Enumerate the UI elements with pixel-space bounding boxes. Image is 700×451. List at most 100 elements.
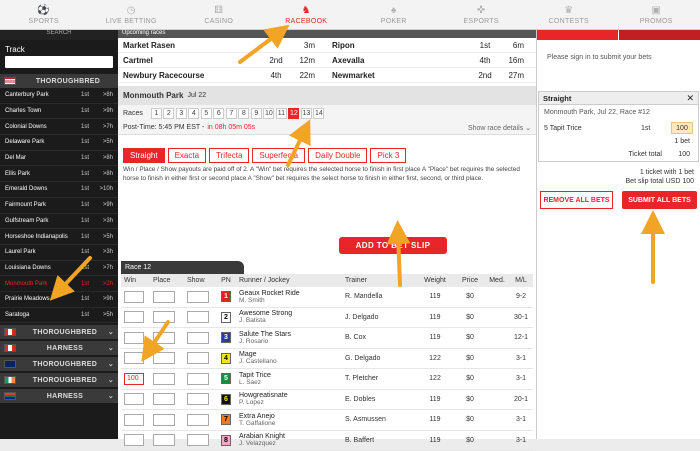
- show-race-details-link[interactable]: Show race details ⌄: [468, 124, 531, 132]
- tab-straight[interactable]: Straight: [123, 148, 165, 163]
- sidebar-track-item[interactable]: Del Mar1st>8h: [0, 151, 118, 167]
- sidebar-search-label[interactable]: SEARCH: [0, 30, 118, 40]
- place-input[interactable]: [153, 291, 175, 303]
- race-number-11[interactable]: 11: [276, 108, 287, 119]
- win-input[interactable]: [124, 414, 144, 426]
- gb-flag-icon: [4, 360, 16, 368]
- nav-racebook[interactable]: ♞RACEBOOK: [263, 0, 351, 29]
- win-input[interactable]: [124, 311, 144, 323]
- race-number-8[interactable]: 8: [238, 108, 249, 119]
- race-number-10[interactable]: 10: [263, 108, 274, 119]
- race-number-5[interactable]: 5: [201, 108, 212, 119]
- close-icon[interactable]: ✕: [686, 93, 694, 104]
- sidebar-track-item[interactable]: Emerald Downs1st>10h: [0, 182, 118, 198]
- show-input[interactable]: [187, 311, 209, 323]
- nav-contests[interactable]: ♛CONTESTS: [525, 0, 613, 29]
- place-input[interactable]: [153, 414, 175, 426]
- show-input[interactable]: [187, 332, 209, 344]
- race-main-panel: Upcoming races Market Rasen3mCartmel2nd1…: [118, 30, 536, 439]
- upcoming-race[interactable]: Axevalla4th16m: [327, 53, 536, 68]
- show-input[interactable]: [187, 434, 209, 446]
- show-input[interactable]: [187, 393, 209, 405]
- remove-all-bets-button[interactable]: REMOVE ALL BETS: [540, 191, 613, 209]
- nav-casino[interactable]: ⚅CASINO: [175, 0, 263, 29]
- win-input[interactable]: [124, 393, 144, 405]
- runner-rows: 1 Geaux Rocket RideM. Smith R. Mandella …: [121, 287, 533, 451]
- race-number-9[interactable]: 9: [251, 108, 262, 119]
- sidebar-group[interactable]: THOROUGHBRED⌄: [0, 373, 118, 387]
- nav-sports[interactable]: ⚽SPORTS: [0, 0, 88, 29]
- races-label: Races: [123, 110, 143, 117]
- nav-esports[interactable]: ✜ESPORTS: [438, 0, 526, 29]
- win-input[interactable]: [124, 434, 144, 446]
- upcoming-race[interactable]: Ripon1st6m: [327, 38, 536, 53]
- sidebar-track-item[interactable]: Fairmount Park1st>9h: [0, 198, 118, 214]
- show-input[interactable]: [187, 352, 209, 364]
- place-input[interactable]: [153, 373, 175, 385]
- group-thoroughbred-us[interactable]: THOROUGHBRED: [0, 74, 118, 88]
- slip-amount-input[interactable]: 100: [671, 122, 693, 134]
- col-win: Win: [121, 277, 149, 284]
- race-number-4[interactable]: 4: [188, 108, 199, 119]
- race-number-14[interactable]: 14: [313, 108, 324, 119]
- my-account-tab[interactable]: [619, 30, 700, 40]
- track-position: 1st: [81, 155, 95, 161]
- sidebar-group[interactable]: THOROUGHBRED⌄: [0, 325, 118, 339]
- race-number-3[interactable]: 3: [176, 108, 187, 119]
- sidebar-track-item[interactable]: Charles Town1st>9h: [0, 104, 118, 120]
- tab-superfecta[interactable]: Superfecta: [252, 148, 305, 163]
- sidebar-track-item[interactable]: Prairie Meadows1st>9h: [0, 292, 118, 308]
- upcoming-race[interactable]: Newbury Racecourse4th22m: [118, 68, 327, 83]
- show-input[interactable]: [187, 373, 209, 385]
- sidebar-group[interactable]: HARNESS⌄: [0, 341, 118, 355]
- race-number-6[interactable]: 6: [213, 108, 224, 119]
- add-to-bet-slip-button[interactable]: ADD TO BET SLIP: [339, 237, 447, 254]
- nav-poker[interactable]: ♠POKER: [350, 0, 438, 29]
- upcoming-race[interactable]: Market Rasen3m: [118, 38, 327, 53]
- upcoming-race[interactable]: Newmarket2nd27m: [327, 68, 536, 83]
- nav-live-betting[interactable]: ◷LIVE BETTING: [88, 0, 176, 29]
- nav-promos[interactable]: ▣PROMOS: [613, 0, 700, 29]
- sidebar-group[interactable]: HARNESS⌄: [0, 389, 118, 403]
- bet-slip-tab[interactable]: [537, 30, 618, 40]
- sidebar-track-item[interactable]: Horseshoe Indianapolis1st>5h: [0, 229, 118, 245]
- sidebar-group[interactable]: THOROUGHBRED⌄: [0, 357, 118, 371]
- place-input[interactable]: [153, 332, 175, 344]
- sidebar-track-item[interactable]: Gulfstream Park1st>3h: [0, 214, 118, 230]
- sidebar-track-item[interactable]: Canterbury Park1st>8h: [0, 88, 118, 104]
- upcoming-race[interactable]: Cartmel2nd12m: [118, 53, 327, 68]
- sidebar-track-item[interactable]: Louisiana Downs1st>7h: [0, 261, 118, 277]
- win-input[interactable]: [124, 352, 144, 364]
- tab-exacta[interactable]: Exacta: [168, 148, 206, 163]
- upcoming-track: Newmarket: [332, 71, 466, 80]
- race-number-7[interactable]: 7: [226, 108, 237, 119]
- ca-flag-icon: [4, 344, 16, 352]
- sidebar-track-item[interactable]: Saratoga1st>5h: [0, 308, 118, 324]
- place-input[interactable]: [153, 352, 175, 364]
- race-number-2[interactable]: 2: [163, 108, 174, 119]
- submit-all-bets-button[interactable]: SUBMIT ALL BETS: [622, 191, 697, 209]
- race-number-12[interactable]: 12: [288, 108, 299, 119]
- win-input[interactable]: 100: [124, 373, 144, 385]
- sidebar-track-item[interactable]: Laurel Park1st>3h: [0, 245, 118, 261]
- race-number-13[interactable]: 13: [301, 108, 312, 119]
- track-position: 1st: [81, 108, 95, 114]
- place-input[interactable]: [153, 311, 175, 323]
- track-search-input[interactable]: [5, 56, 113, 68]
- win-input[interactable]: [124, 291, 144, 303]
- sidebar-track-item[interactable]: Ellis Park1st>8h: [0, 166, 118, 182]
- sidebar-track-item[interactable]: Colonial Downs1st>7h: [0, 119, 118, 135]
- sidebar-track-item[interactable]: Monmouth Park1st>2h: [0, 276, 118, 292]
- place-input[interactable]: [153, 393, 175, 405]
- race-number-1[interactable]: 1: [151, 108, 162, 119]
- tab-pick-3[interactable]: Pick 3: [370, 148, 406, 163]
- region-groups: THOROUGHBRED⌄ HARNESS⌄ THOROUGHBRED⌄ THOROU…: [0, 325, 118, 403]
- show-input[interactable]: [187, 414, 209, 426]
- sidebar-track-item[interactable]: Delaware Park1st>5h: [0, 135, 118, 151]
- show-input[interactable]: [187, 291, 209, 303]
- place-input[interactable]: [153, 434, 175, 446]
- tab-trifecta[interactable]: Trifecta: [209, 148, 249, 163]
- upcoming-track: Newbury Racecourse: [123, 71, 257, 80]
- tab-daily-double[interactable]: Daily Double: [308, 148, 367, 163]
- win-input[interactable]: [124, 332, 144, 344]
